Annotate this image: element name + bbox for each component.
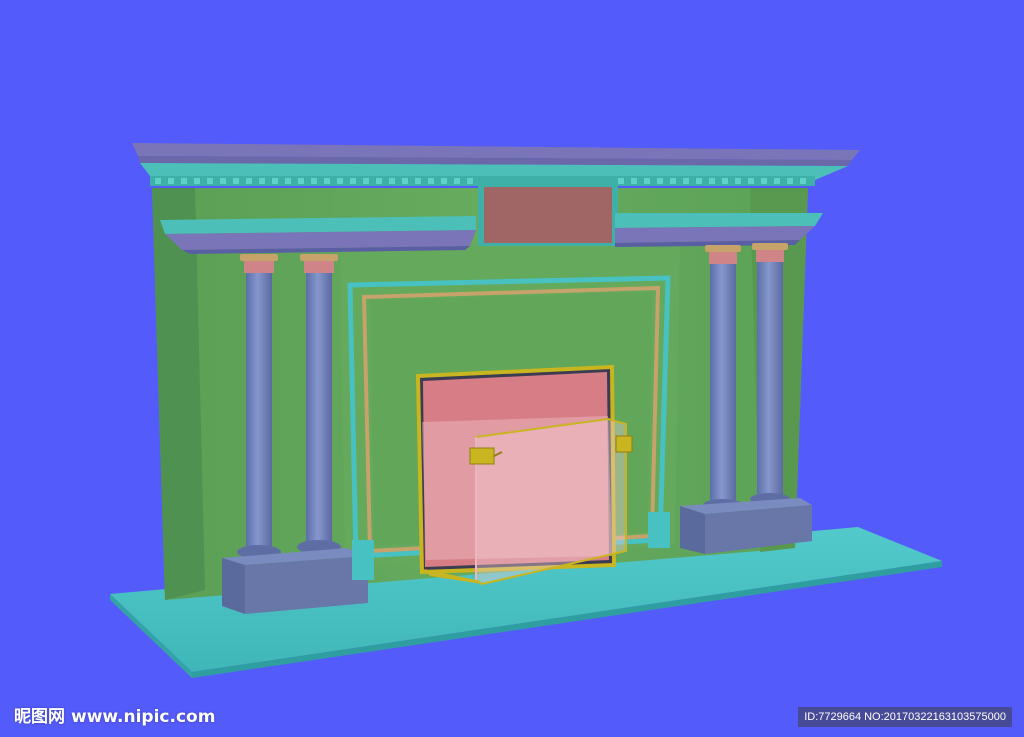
watermark-id-text: ID:7729664 xyxy=(804,711,862,723)
right-firebox-base xyxy=(648,512,670,548)
mantel-shelf xyxy=(132,143,860,166)
right-entablature xyxy=(615,213,823,247)
watermark-brand-cn: 昵图网 xyxy=(14,707,65,727)
watermark-site: www.nipic.com xyxy=(71,707,216,727)
left-firebox-base xyxy=(352,540,374,580)
watermark-brand: 昵图网 www.nipic.com xyxy=(14,705,215,729)
left-column-plinth xyxy=(222,548,368,614)
frieze-panel xyxy=(478,183,618,246)
left-entablature xyxy=(160,216,476,254)
fireplace-illustration xyxy=(110,143,942,678)
watermark-id: ID:7729664 NO:20170322163103575000 xyxy=(798,707,1012,727)
watermark-no-text: NO:20170322163103575000 xyxy=(864,711,1006,723)
image-canvas: 昵图网 www.nipic.com ID:7729664 NO:2017032216… xyxy=(0,0,1024,737)
cornice xyxy=(140,163,848,186)
screen-handle-right xyxy=(615,435,633,453)
